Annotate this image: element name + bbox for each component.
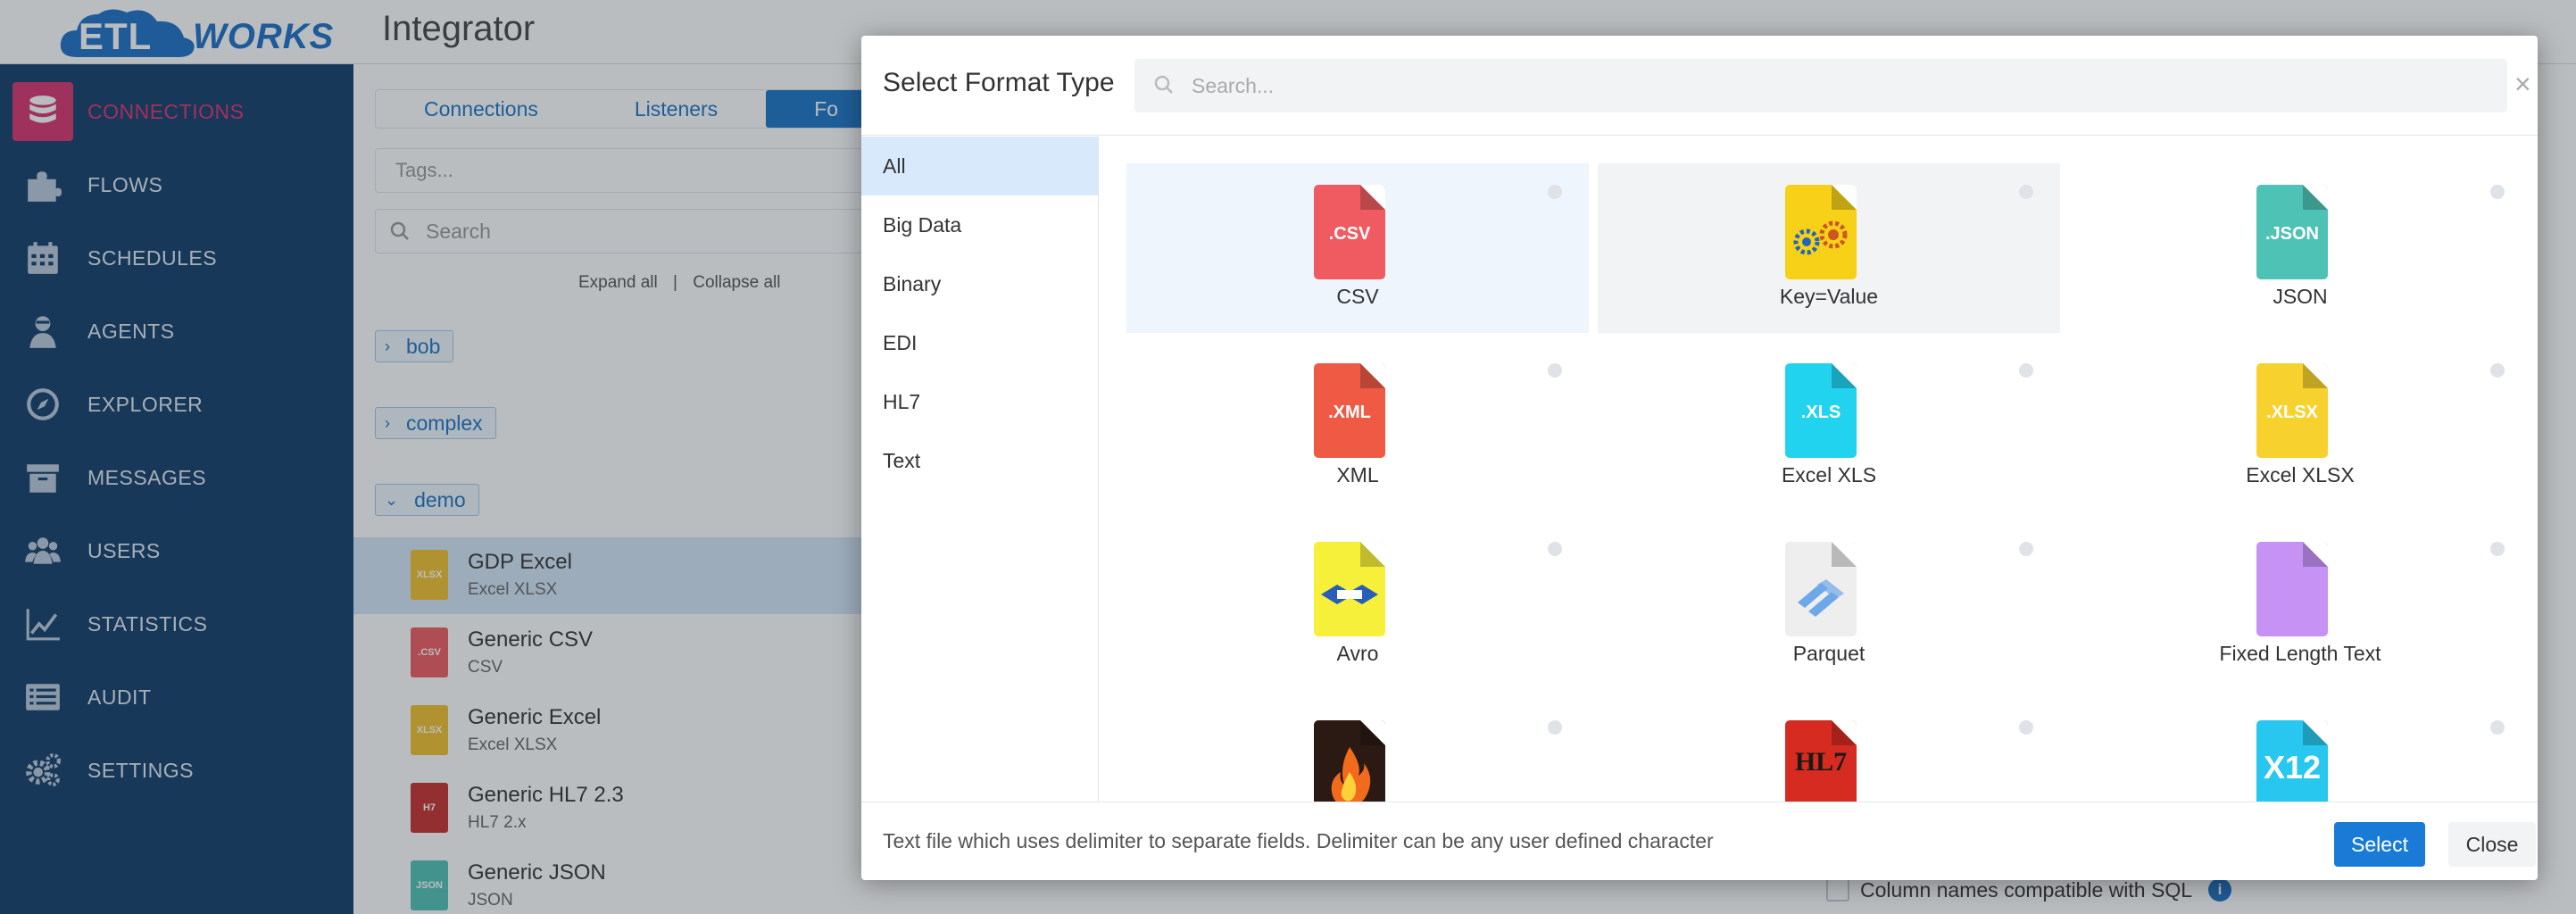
flame-file-icon xyxy=(1314,720,1385,802)
format-tile-x12[interactable]: X12 xyxy=(2069,699,2531,802)
favorite-dot[interactable] xyxy=(1548,720,1562,735)
xml-file-icon: .XML xyxy=(1314,363,1385,458)
category-text[interactable]: Text xyxy=(861,431,1098,490)
category-list: All Big Data Binary EDI HL7 Text xyxy=(861,137,1099,802)
xlsx-file-icon: .XLSX xyxy=(2256,363,2328,458)
xls-file-icon: .XLS xyxy=(1785,363,1857,458)
format-label: Fixed Length Text xyxy=(2219,642,2381,665)
modal-footer: Text file which uses delimiter to separa… xyxy=(861,802,2538,880)
favorite-dot[interactable] xyxy=(1548,363,1562,378)
format-tile-excel-xlsx[interactable]: .XLSX Excel XLSX xyxy=(2069,342,2531,511)
format-search-input[interactable]: Search... xyxy=(1134,59,2507,112)
format-tile-excel-xls[interactable]: .XLS Excel XLS xyxy=(1598,342,2060,511)
search-placeholder: Search... xyxy=(1192,73,1275,97)
modal-header: Select Format Type Search... × xyxy=(861,36,2538,136)
format-tile-key-value[interactable]: Key=Value xyxy=(1598,163,2060,333)
favorite-dot[interactable] xyxy=(2019,720,2033,735)
select-format-modal: Select Format Type Search... × All Big D… xyxy=(861,36,2538,880)
close-button[interactable]: Close xyxy=(2448,822,2536,867)
favorite-dot[interactable] xyxy=(1548,185,1562,199)
format-description: Text file which uses delimiter to separa… xyxy=(883,829,1714,852)
format-label: Key=Value xyxy=(1779,285,1879,308)
favorite-dot[interactable] xyxy=(2490,720,2505,735)
format-tile-json[interactable]: .JSON JSON xyxy=(2069,163,2531,333)
select-button[interactable]: Select xyxy=(2334,822,2425,867)
format-label: Parquet xyxy=(1792,642,1866,665)
category-big-data[interactable]: Big Data xyxy=(861,195,1098,254)
format-tile-hl7[interactable]: HL7 xyxy=(1598,699,2060,802)
category-hl7[interactable]: HL7 xyxy=(861,372,1098,431)
search-icon xyxy=(1154,75,1173,94)
format-grid: .CSV CSV Key=Value .JSON JSON .XML XML .… xyxy=(1100,137,2538,802)
category-binary[interactable]: Binary xyxy=(861,254,1098,313)
format-tile-parquet[interactable]: Parquet xyxy=(1598,520,2060,690)
favorite-dot[interactable] xyxy=(2490,185,2505,199)
favorite-dot[interactable] xyxy=(2490,363,2505,378)
json-file-icon: .JSON xyxy=(2256,185,2328,279)
format-label: Excel XLS xyxy=(1781,463,1877,486)
parquet-file-icon xyxy=(1785,542,1857,636)
format-tile-csv[interactable]: .CSV CSV xyxy=(1126,163,1589,333)
format-label: Excel XLSX xyxy=(2246,463,2355,486)
category-edi[interactable]: EDI xyxy=(861,313,1098,372)
favorite-dot[interactable] xyxy=(2019,542,2033,556)
favorite-dot[interactable] xyxy=(2019,363,2033,378)
modal-title: Select Format Type xyxy=(883,68,1115,97)
format-tile-avro[interactable]: Avro xyxy=(1126,520,1589,690)
format-label: CSV xyxy=(1336,285,1379,308)
format-tile-fixed-length-text[interactable]: Fixed Length Text xyxy=(2069,520,2531,690)
x12-file-icon: X12 xyxy=(2256,720,2328,802)
hl7-file-icon: HL7 xyxy=(1785,720,1857,802)
close-icon[interactable]: × xyxy=(2514,70,2531,98)
format-label: JSON xyxy=(2273,285,2328,308)
key-value-file-icon xyxy=(1785,185,1857,279)
favorite-dot[interactable] xyxy=(2019,185,2033,199)
format-label: XML xyxy=(1336,463,1379,486)
format-tile-xml[interactable]: .XML XML xyxy=(1126,342,1589,511)
favorite-dot[interactable] xyxy=(1548,542,1562,556)
avro-file-icon xyxy=(1314,542,1385,636)
format-label: Avro xyxy=(1336,642,1379,665)
fixed-length-file-icon xyxy=(2256,542,2328,636)
csv-file-icon: .CSV xyxy=(1314,185,1385,279)
favorite-dot[interactable] xyxy=(2490,542,2505,556)
format-tile-fire[interactable] xyxy=(1126,699,1589,802)
category-all[interactable]: All xyxy=(861,137,1098,195)
